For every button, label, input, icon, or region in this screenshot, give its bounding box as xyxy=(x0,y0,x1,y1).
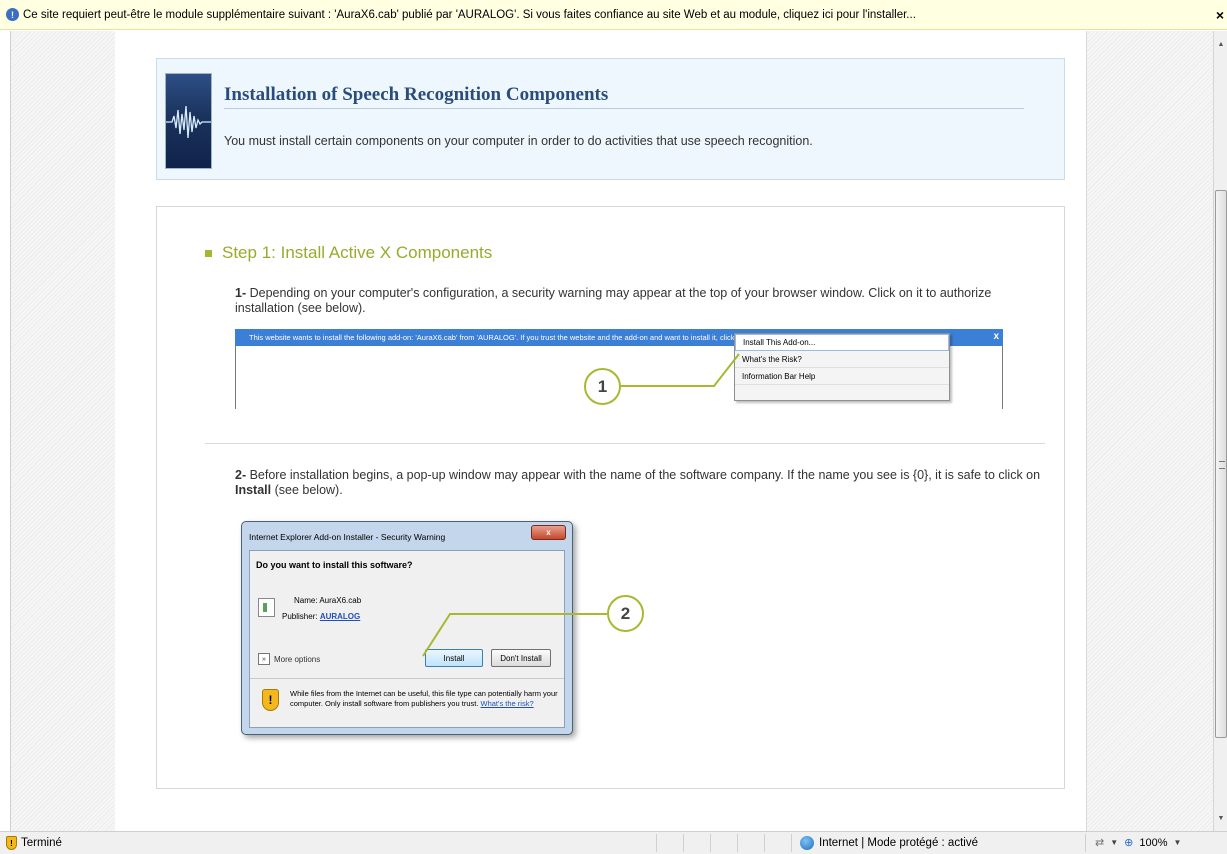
globe-icon xyxy=(800,836,814,850)
status-divider xyxy=(737,834,738,852)
security-shield-icon: ! xyxy=(6,836,17,850)
step-heading-text: Step 1: Install Active X Components xyxy=(222,243,493,262)
zoom-level[interactable]: 100% xyxy=(1139,837,1167,849)
callout-2-badge: 2 xyxy=(607,595,644,632)
callout-1-badge: 1 xyxy=(584,368,621,405)
callout-1-leader-line xyxy=(620,353,740,387)
instruction-2-text-a: Before installation begins, a pop-up win… xyxy=(246,468,1041,482)
instruction-1-text: Depending on your computer's configurati… xyxy=(235,286,992,315)
infobar-example-screenshot: This website wants to install the follow… xyxy=(235,329,1003,409)
step-heading: Step 1: Install Active X Components xyxy=(205,243,492,263)
page-content: Installation of Speech Recognition Compo… xyxy=(115,31,1086,831)
status-done: ! Terminé xyxy=(6,836,62,850)
status-divider xyxy=(764,834,765,852)
infobar-close-button[interactable]: × xyxy=(1216,7,1224,23)
instruction-2-install-word: Install xyxy=(235,483,272,497)
vertical-scrollbar[interactable]: ▲ ▼ xyxy=(1213,31,1227,831)
status-divider xyxy=(656,834,657,852)
chevron-down-icon[interactable]: ▼ xyxy=(1174,838,1182,847)
status-divider xyxy=(791,834,792,852)
instructions-panel: Step 1: Install Active X Components 1- D… xyxy=(156,206,1065,789)
instruction-1-number: 1- xyxy=(235,286,247,300)
security-dialog-screenshot: Internet Explorer Add-on Installer - Sec… xyxy=(241,513,655,740)
square-bullet-icon xyxy=(205,249,212,257)
instruction-2-number: 2- xyxy=(235,468,247,482)
info-shield-icon: ! xyxy=(6,8,19,21)
page-viewport: Installation of Speech Recognition Compo… xyxy=(0,31,1213,831)
header-divider xyxy=(224,108,1024,109)
status-done-text: Terminé xyxy=(21,837,62,849)
right-background-pattern xyxy=(1086,31,1213,831)
status-divider xyxy=(1085,834,1086,852)
page-subtitle: You must install certain components on y… xyxy=(224,134,813,148)
header-panel: Installation of Speech Recognition Compo… xyxy=(156,58,1065,180)
status-right-controls: ⇄ ▼ ⊕ 100% ▼ xyxy=(1095,836,1182,850)
speech-waveform-icon xyxy=(165,73,212,169)
security-zone[interactable]: Internet | Mode protégé : activé xyxy=(800,836,978,850)
section-divider xyxy=(205,443,1045,444)
status-bar: ! Terminé Internet | Mode protégé : acti… xyxy=(0,831,1227,854)
left-background-pattern xyxy=(10,31,115,831)
instruction-1: 1- Depending on your computer's configur… xyxy=(235,286,1035,316)
chevron-down-icon[interactable]: ▼ xyxy=(1110,838,1118,847)
compatibility-icon[interactable]: ⇄ xyxy=(1095,836,1104,849)
page-title: Installation of Speech Recognition Compo… xyxy=(224,84,609,105)
scroll-grip-icon xyxy=(1219,461,1225,469)
ie-information-bar[interactable]: ! Ce site requiert peut-être le module s… xyxy=(0,0,1227,30)
infobar-message[interactable]: Ce site requiert peut-être le module sup… xyxy=(23,9,916,21)
instruction-2-text-b: (see below). xyxy=(271,483,343,497)
security-zone-text: Internet | Mode protégé : activé xyxy=(819,837,978,849)
status-divider xyxy=(683,834,684,852)
scroll-up-icon[interactable]: ▲ xyxy=(1214,37,1227,51)
status-divider xyxy=(710,834,711,852)
instruction-2: 2- Before installation begins, a pop-up … xyxy=(235,468,1045,498)
zoom-icon[interactable]: ⊕ xyxy=(1124,836,1133,849)
callout-2-leader-line xyxy=(422,613,607,657)
scroll-thumb[interactable] xyxy=(1215,190,1227,738)
scroll-down-icon[interactable]: ▼ xyxy=(1214,811,1227,825)
